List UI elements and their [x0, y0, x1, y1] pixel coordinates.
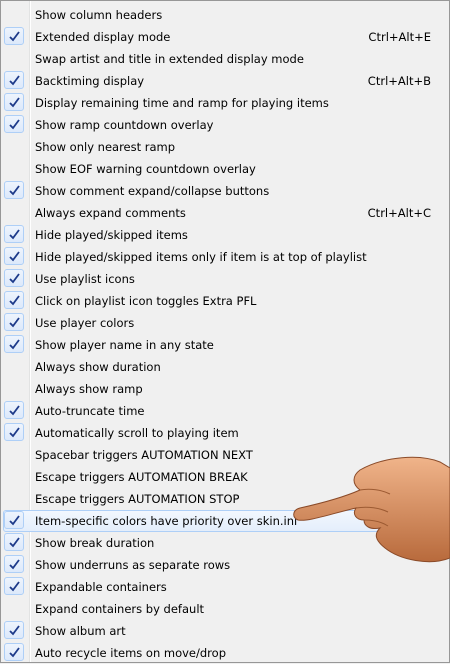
- menu-item-label: Show only nearest ramp: [35, 140, 176, 154]
- menu-item-label: Always show duration: [35, 360, 161, 374]
- menu-item[interactable]: Always expand comments Ctrl+Alt+C: [3, 202, 447, 224]
- menu-item-label: Spacebar triggers AUTOMATION NEXT: [35, 448, 253, 462]
- checkmark-icon: [4, 335, 24, 353]
- menu-item-label: Escape triggers AUTOMATION BREAK: [35, 470, 248, 484]
- checkmark-icon: [4, 423, 24, 441]
- menu-item-label: Expandable containers: [35, 580, 167, 594]
- menu-item-label: Escape triggers AUTOMATION STOP: [35, 492, 240, 506]
- checkmark-icon: [4, 71, 24, 89]
- checkmark-icon: [4, 115, 24, 133]
- menu-item-label: Show album art: [35, 624, 126, 638]
- menu-item[interactable]: Show only nearest ramp: [3, 136, 447, 158]
- menu-item-label: Backtiming display: [35, 74, 145, 88]
- menu-item[interactable]: Use playlist icons: [3, 268, 447, 290]
- menu-item-label: Extended display mode: [35, 30, 171, 44]
- menu-item-label: Use playlist icons: [35, 272, 135, 286]
- checkmark-icon: [4, 247, 24, 265]
- menu-item-label: Display remaining time and ramp for play…: [35, 96, 329, 110]
- checkmark-icon: [4, 313, 24, 331]
- menu-item-label: Show underruns as separate rows: [35, 558, 231, 572]
- menu-item-label: Hide played/skipped items only if item i…: [35, 250, 367, 264]
- checkmark-icon: [4, 621, 24, 639]
- menu-item-label: Automatically scroll to playing item: [35, 426, 239, 440]
- menu-item-shortcut: Ctrl+Alt+E: [368, 30, 431, 44]
- checkmark-icon: [4, 27, 24, 45]
- menu-item[interactable]: Display remaining time and ramp for play…: [3, 92, 447, 114]
- menu-item[interactable]: Click on playlist icon toggles Extra PFL: [3, 290, 447, 312]
- menu-item-label: Show break duration: [35, 536, 155, 550]
- menu-item-label: Click on playlist icon toggles Extra PFL: [35, 294, 257, 308]
- menu-item[interactable]: Always show ramp: [3, 378, 447, 400]
- checkmark-icon: [4, 643, 24, 661]
- checkmark-icon: [4, 401, 24, 419]
- menu-item-label: Show player name in any state: [35, 338, 214, 352]
- menu-item-label: Hide played/skipped items: [35, 228, 188, 242]
- menu-item-label: Auto-truncate time: [35, 404, 145, 418]
- menu-item[interactable]: Always show duration: [3, 356, 447, 378]
- menu-item[interactable]: Show ramp countdown overlay: [3, 114, 447, 136]
- checkmark-icon: [4, 555, 24, 573]
- menu-item[interactable]: Backtiming display Ctrl+Alt+B: [3, 70, 447, 92]
- menu-item[interactable]: Use player colors: [3, 312, 447, 334]
- menu-item-label: Show comment expand/collapse buttons: [35, 184, 270, 198]
- menu-item[interactable]: Extended display mode Ctrl+Alt+E: [3, 26, 447, 48]
- checkmark-icon: [4, 511, 24, 529]
- menu-item-label: Always expand comments: [35, 206, 186, 220]
- checkmark-icon: [4, 225, 24, 243]
- pointing-hand-icon: [293, 456, 450, 563]
- menu-item[interactable]: Hide played/skipped items only if item i…: [3, 246, 447, 268]
- menu-item[interactable]: Automatically scroll to playing item: [3, 422, 447, 444]
- menu-item[interactable]: Auto recycle items on move/drop: [3, 642, 447, 664]
- menu-item-label: Always show ramp: [35, 382, 143, 396]
- menu-item[interactable]: Show comment expand/collapse buttons: [3, 180, 447, 202]
- menu-item-label: Show column headers: [35, 8, 163, 22]
- menu-item[interactable]: Expand containers by default: [3, 598, 447, 620]
- checkmark-icon: [4, 93, 24, 111]
- menu-item[interactable]: Expandable containers: [3, 576, 447, 598]
- menu-item[interactable]: Show EOF warning countdown overlay: [3, 158, 447, 180]
- menu-item[interactable]: Show column headers: [3, 4, 447, 26]
- menu-item-shortcut: Ctrl+Alt+B: [367, 74, 431, 88]
- menu-item[interactable]: Hide played/skipped items: [3, 224, 447, 246]
- menu-item-label: Use player colors: [35, 316, 135, 330]
- menu-item-label: Item-specific colors have priority over …: [35, 514, 298, 528]
- menu-item-label: Show EOF warning countdown overlay: [35, 162, 256, 176]
- checkmark-icon: [4, 577, 24, 595]
- menu-item[interactable]: Auto-truncate time: [3, 400, 447, 422]
- menu-item-label: Auto recycle items on move/drop: [35, 646, 226, 660]
- menu-item[interactable]: Show player name in any state: [3, 334, 447, 356]
- menu-item[interactable]: Show album art: [3, 620, 447, 642]
- menu-item-label: Show ramp countdown overlay: [35, 118, 214, 132]
- menu-item[interactable]: Swap artist and title in extended displa…: [3, 48, 447, 70]
- checkmark-icon: [4, 269, 24, 287]
- checkmark-icon: [4, 181, 24, 199]
- menu-item-label: Swap artist and title in extended displa…: [35, 52, 304, 66]
- checkmark-icon: [4, 533, 24, 551]
- menu-item-shortcut: Ctrl+Alt+C: [367, 206, 431, 220]
- menu-item-label: Expand containers by default: [35, 602, 205, 616]
- checkmark-icon: [4, 291, 24, 309]
